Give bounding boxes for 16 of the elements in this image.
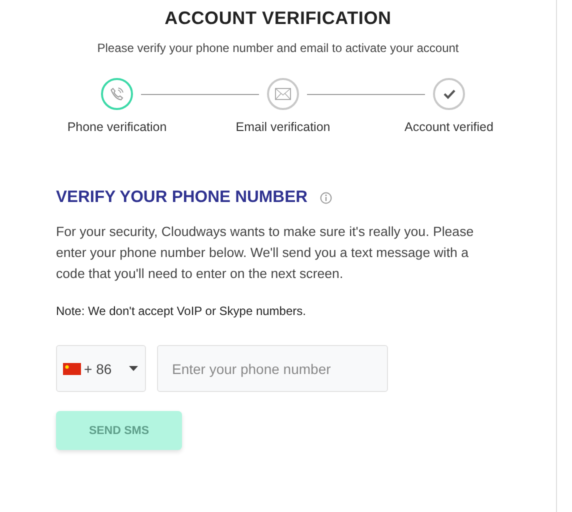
caret-icon	[128, 366, 138, 371]
section-heading: VERIFY YOUR PHONE NUMBER	[56, 188, 308, 207]
note: Note: We don't accept VoIP or Skype numbers.	[56, 304, 307, 318]
info-icon[interactable]	[320, 192, 332, 204]
page-title: ACCOUNT VERIFICATION	[164, 7, 392, 29]
phone-icon	[110, 87, 124, 101]
step-label: Account verified	[404, 120, 494, 134]
description: For your security, Cloudways wants to make sure it's really you. Please enter your phone number below. We'll send you a text message with a code that you'll need to enter on the next screen.	[56, 223, 475, 283]
flag-icon	[63, 362, 81, 374]
step-label: Email verification	[236, 120, 330, 134]
subtitle: Please verify your phone number and email to activate your account	[96, 41, 460, 55]
country-code-select[interactable]: + 86	[56, 345, 146, 392]
phone-input[interactable]: Enter your phone number	[157, 345, 388, 392]
step-label: Phone verification	[67, 120, 167, 134]
envelope-icon	[275, 88, 291, 100]
checkmark-icon	[442, 89, 456, 99]
